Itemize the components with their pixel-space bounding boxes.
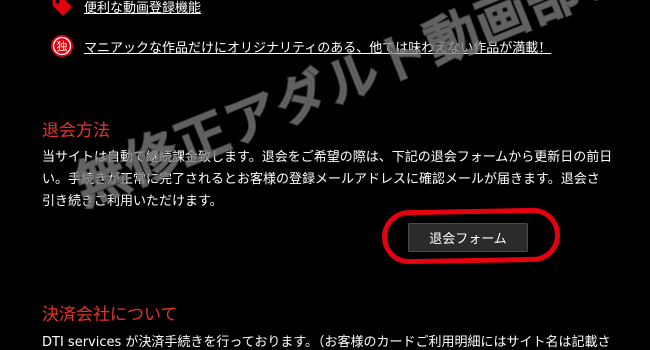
- cancellation-line-2: い。手続きが正常に完了されるとお客様の登録メールアドレスに確認メールが届きます。…: [42, 172, 600, 187]
- feature-link-original-works[interactable]: マニアックな作品だけにオリジナリティのある、他では味わえない作品が満載！: [84, 37, 551, 56]
- exclusive-badge-icon: 独: [50, 34, 74, 58]
- cancellation-description: 当サイトは自動で継続課金致します。退会をご希望の際は、下記の退会フォームから更新…: [42, 147, 650, 213]
- feature-link-video-registration[interactable]: 便利な動画登録機能: [84, 0, 201, 16]
- cancellation-form-button[interactable]: 退会フォーム: [408, 223, 528, 252]
- feature-item-original-works: 独 マニアックな作品だけにオリジナリティのある、他では味わえない作品が満載！: [50, 34, 551, 58]
- exclusive-badge-char: 独: [57, 40, 68, 53]
- page: 便利な動画登録機能 独 マニアックな作品だけにオリジナリティのある、他では味わえ…: [0, 0, 650, 350]
- cancellation-line-1: 当サイトは自動で継続課金致します。退会をご希望の際は、下記の退会フォームから更新…: [42, 150, 613, 165]
- cancellation-line-3: 引き続きご利用いただけます。: [42, 194, 223, 209]
- tag-icon: [50, 0, 74, 18]
- cancellation-section-title: 退会方法: [42, 121, 110, 141]
- payment-section-title: 決済会社について: [42, 305, 178, 325]
- feature-item-video-registration: 便利な動画登録機能: [50, 0, 201, 18]
- payment-description: DTI services が決済手続きを行っております。（お客様のカードご利用明…: [42, 335, 611, 350]
